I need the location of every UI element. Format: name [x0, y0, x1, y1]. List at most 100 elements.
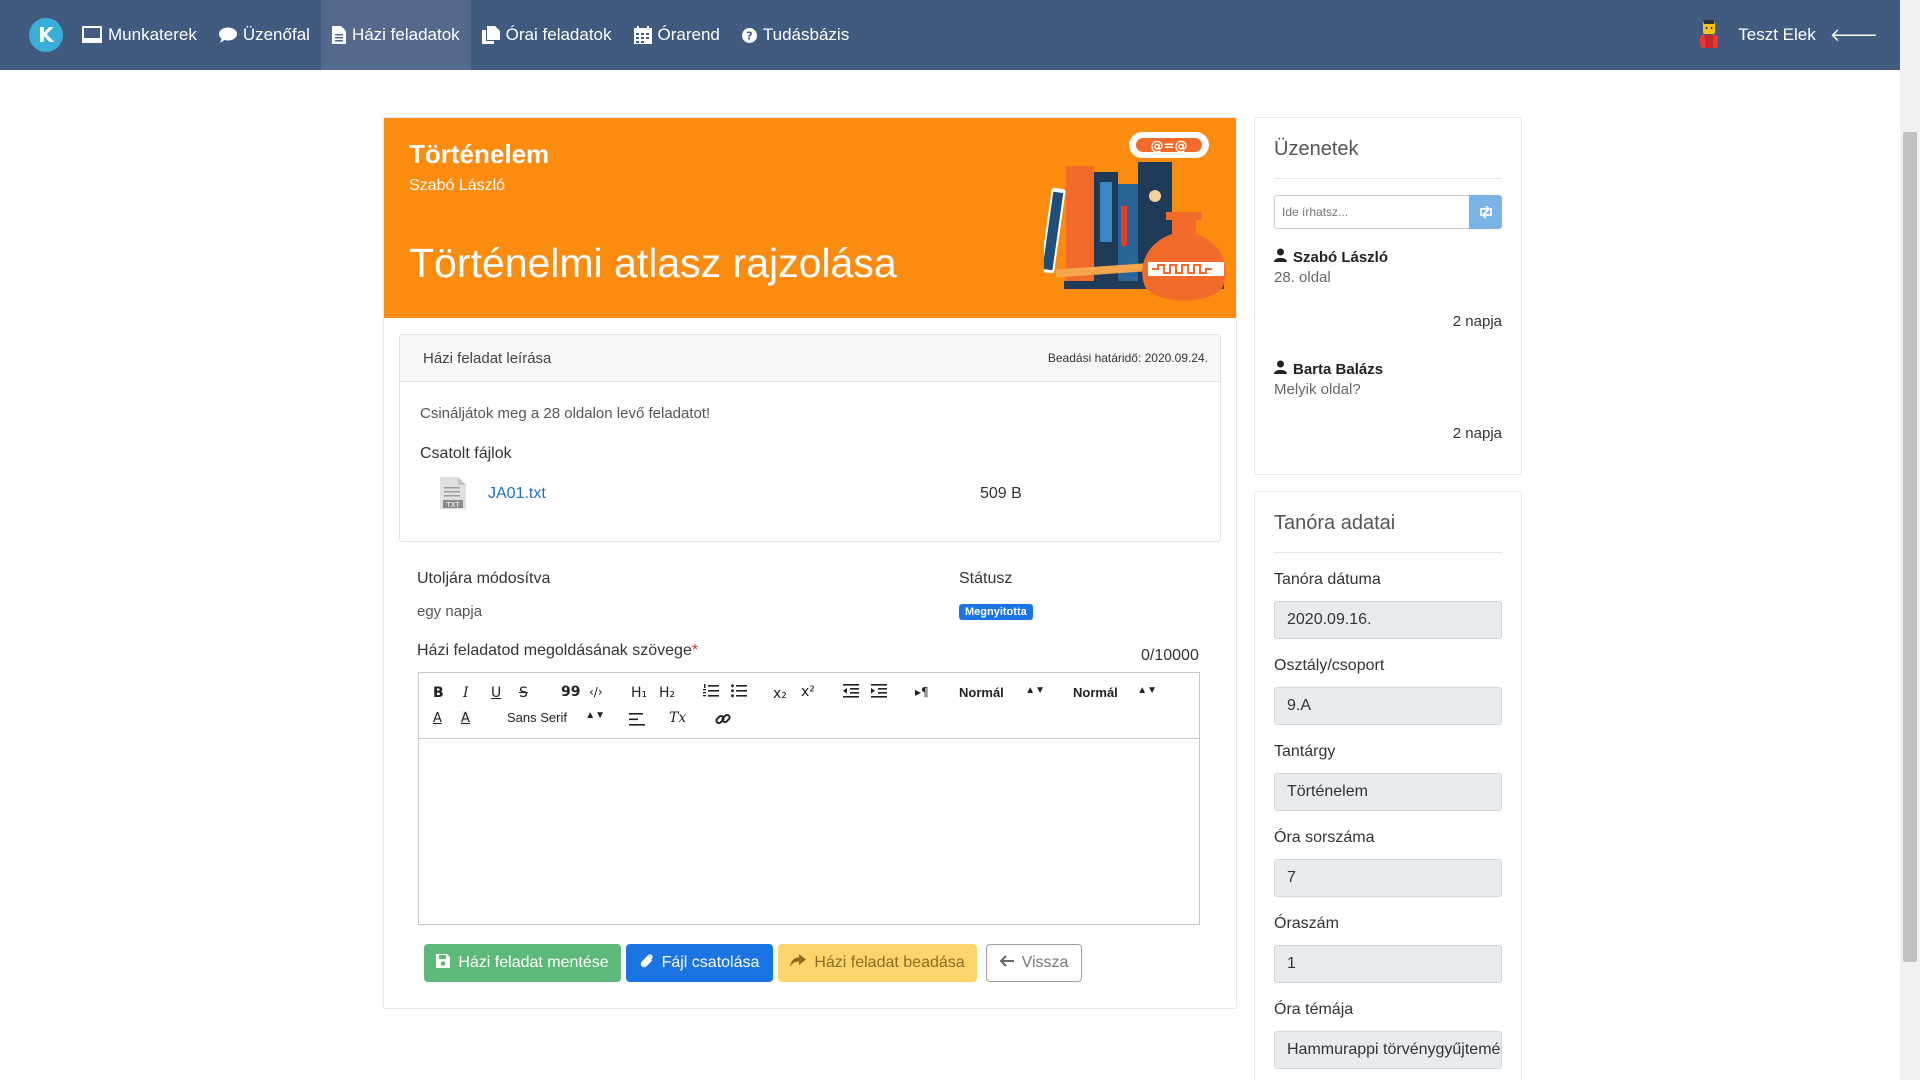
select-arrows-icon: ▲▼	[1025, 685, 1045, 696]
nav-item-orai-feladatok[interactable]: Órai feladatok	[471, 0, 623, 70]
copy-icon	[481, 26, 500, 44]
brand-logo[interactable]: K	[29, 18, 63, 52]
background-color-button[interactable]: A	[461, 711, 470, 726]
attachment-size: 509 B	[980, 485, 1022, 502]
field-label: Tanóra dátuma	[1274, 571, 1381, 588]
chat-bubble-icon	[218, 27, 237, 43]
message-author-name: Barta Balázs	[1293, 360, 1384, 378]
ordered-list-icon[interactable]	[703, 684, 719, 702]
nav-item-orarend[interactable]: Órarend	[623, 0, 731, 70]
save-homework-button[interactable]: Házi feladat mentése	[424, 944, 621, 982]
homework-description-panel: Házi feladat leírása Beadási határidő: 2…	[399, 334, 1221, 542]
superscript-button[interactable]: x²	[801, 684, 815, 700]
nav-item-label: Munkaterek	[108, 25, 197, 44]
teacher-name: Szabó László	[409, 177, 506, 194]
document-icon	[331, 26, 346, 44]
floppy-disk-icon	[436, 953, 451, 973]
status-label: Státusz	[959, 570, 1013, 587]
arrow-left-icon	[999, 954, 1014, 972]
link-icon[interactable]	[715, 711, 731, 731]
homework-title: Történelmi atlasz rajzolása	[409, 240, 897, 286]
solution-label-text: Házi feladatod megoldásának szövege	[417, 642, 692, 659]
main-nav: Munkaterek Üzenőfal Házi feladatok Órai …	[71, 0, 860, 70]
text-color-button[interactable]: A	[433, 711, 442, 726]
indent-icon[interactable]	[871, 684, 887, 702]
avatar[interactable]	[1694, 20, 1724, 50]
align-icon[interactable]	[629, 713, 645, 730]
divider	[1274, 178, 1502, 179]
attachment-link[interactable]: JA01.txt	[488, 485, 546, 503]
nav-item-uzenofal[interactable]: Üzenőfal	[208, 0, 321, 70]
rich-text-editor: B I U S 99 ‹/› H₁ H₂ x₂ x² ▸¶ Normál ▲▼	[418, 672, 1200, 925]
solution-label: Házi feladatod megoldásának szövege*	[417, 642, 698, 660]
messages-panel: Üzenetek Szabó László 28. oldal 2 napja …	[1254, 117, 1522, 475]
subject-field: Történelem	[1274, 773, 1502, 811]
message-time: 2 napja	[1452, 425, 1502, 442]
arrow-left-icon[interactable]: 🡐	[1830, 25, 1878, 46]
retweet-icon	[1479, 206, 1492, 218]
description-header: Házi feladat leírása Beadási határidő: 2…	[400, 335, 1220, 382]
nav-item-label: Üzenőfal	[242, 25, 310, 44]
back-button-label: Vissza	[1021, 954, 1069, 971]
question-circle-icon: ?	[741, 27, 757, 43]
refresh-messages-button[interactable]	[1469, 195, 1502, 229]
back-button[interactable]: Vissza	[986, 944, 1082, 982]
message-text: 28. oldal	[1274, 269, 1331, 286]
nav-item-hazi-feladatok[interactable]: Házi feladatok	[320, 0, 471, 70]
messages-title: Üzenetek	[1274, 138, 1359, 160]
attach-button-label: Fájl csatolása	[661, 954, 760, 971]
message-author-name: Szabó László	[1293, 248, 1389, 266]
description-title: Házi feladat leírása	[423, 349, 552, 367]
clear-format-button[interactable]: Tx	[669, 710, 686, 726]
subject-title: Történelem	[409, 139, 550, 169]
blockquote-button[interactable]: 99	[561, 684, 580, 700]
header-select[interactable]: Normál ▲▼	[1073, 685, 1157, 700]
bold-button[interactable]: B	[433, 685, 444, 701]
editor-text-area[interactable]	[419, 739, 1199, 924]
lesson-details-panel: Tanóra adatai Tanóra dátuma 2020.09.16. …	[1254, 491, 1522, 1080]
text-direction-button[interactable]: ▸¶	[915, 685, 929, 699]
underline-button[interactable]: U	[491, 685, 501, 701]
history-books-illustration: @=@	[1044, 132, 1226, 301]
attach-file-button[interactable]: Fájl csatolása	[626, 944, 773, 982]
heading-2-button[interactable]: H₂	[659, 685, 675, 701]
user-icon	[1274, 248, 1287, 266]
svg-text:?: ?	[746, 29, 752, 42]
lesson-sequence-field: 7	[1274, 859, 1502, 897]
homework-hero-banner: Történelem Szabó László Történelmi atlas…	[384, 118, 1236, 318]
editor-toolbar: B I U S 99 ‹/› H₁ H₂ x₂ x² ▸¶ Normál ▲▼	[419, 673, 1199, 739]
size-select[interactable]: Normál ▲▼	[959, 685, 1045, 700]
subscript-button[interactable]: x₂	[773, 686, 787, 702]
scrollbar-thumb[interactable]	[1903, 132, 1917, 962]
italic-button[interactable]: I	[463, 685, 469, 701]
message-author: Barta Balázs	[1274, 360, 1383, 378]
font-select-value: Sans Serif	[507, 710, 567, 725]
user-name[interactable]: Teszt Elek	[1738, 25, 1815, 45]
character-counter: 0/10000	[1141, 647, 1199, 664]
divider	[1274, 552, 1502, 553]
submit-homework-button[interactable]: Házi feladat beadása	[778, 944, 977, 982]
heading-1-button[interactable]: H₁	[631, 685, 647, 701]
description-text: Csináljátok meg a 28 oldalon levő felada…	[420, 405, 711, 422]
nav-item-tudasbazis[interactable]: ? Tudásbázis	[731, 0, 860, 70]
outdent-icon[interactable]	[843, 684, 859, 702]
lesson-number-field: 1	[1274, 945, 1502, 983]
size-select-value: Normál	[959, 685, 1004, 700]
font-select[interactable]: Sans Serif ▲▼	[507, 710, 605, 725]
bullet-list-icon[interactable]	[731, 684, 747, 702]
paperclip-icon	[640, 953, 654, 974]
select-arrows-icon: ▲▼	[1137, 685, 1157, 696]
page-scrollbar[interactable]	[1900, 0, 1920, 1080]
lesson-date-field: 2020.09.16.	[1274, 601, 1502, 639]
code-block-button[interactable]: ‹/›	[589, 685, 603, 699]
strike-button[interactable]: S	[519, 685, 528, 701]
submit-button-label: Házi feladat beadása	[814, 954, 965, 971]
nav-item-label: Órarend	[657, 25, 720, 44]
svg-text:@=@: @=@	[1151, 139, 1188, 154]
nav-item-label: Órai feladatok	[505, 25, 612, 44]
monitor-icon	[82, 26, 102, 44]
message-input[interactable]	[1274, 195, 1470, 229]
nav-item-munkaterek[interactable]: Munkaterek	[71, 0, 208, 70]
attachments-title: Csatolt fájlok	[420, 445, 512, 462]
field-label: Tantárgy	[1274, 743, 1336, 760]
